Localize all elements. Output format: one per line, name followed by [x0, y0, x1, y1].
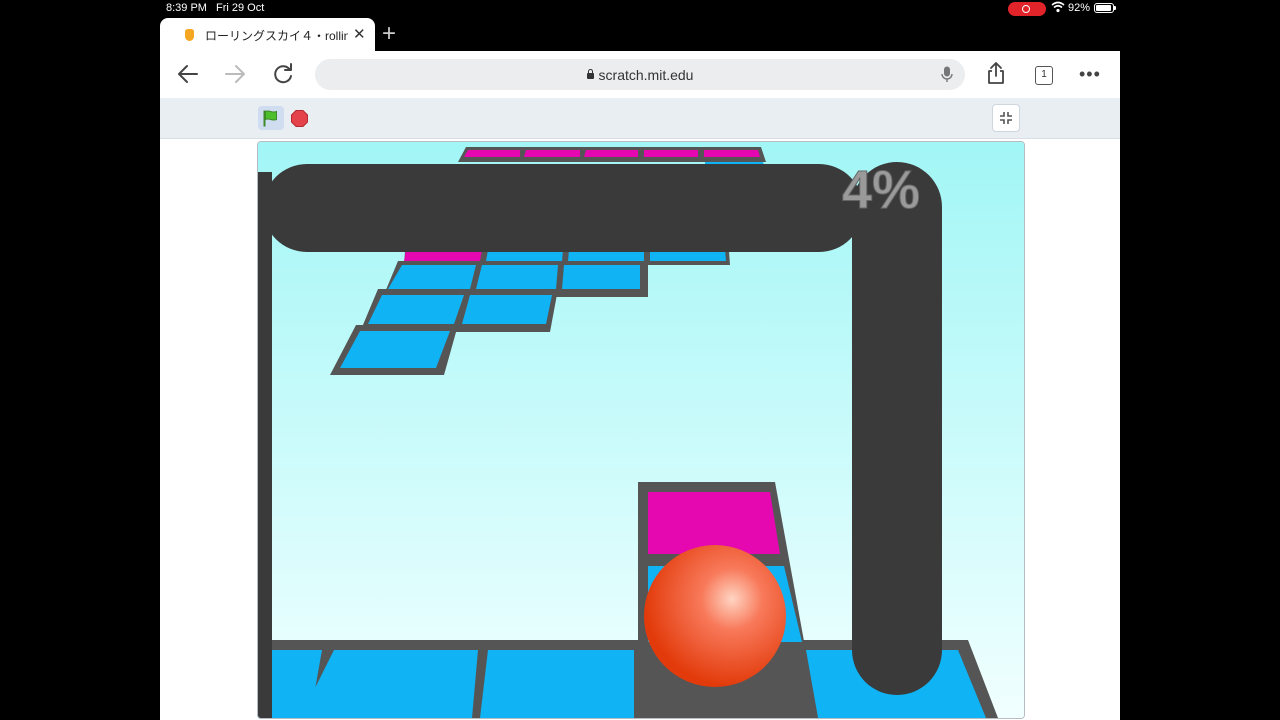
- game-stage[interactable]: 4%: [257, 141, 1025, 719]
- progress-percentage: 4%: [842, 160, 920, 220]
- lock-icon: [586, 69, 594, 79]
- battery-percentage: 92%: [1068, 2, 1091, 14]
- close-tab-icon[interactable]: ✕: [353, 25, 366, 43]
- exit-fullscreen-icon: [1000, 112, 1012, 124]
- battery-icon: [1094, 3, 1116, 13]
- browser-tab[interactable]: ローリングスカイ４・rolling ✕: [160, 18, 375, 51]
- microphone-icon[interactable]: [941, 66, 953, 88]
- share-icon[interactable]: [986, 61, 1006, 90]
- stop-sign-icon: [291, 110, 308, 127]
- tab-switcher-button[interactable]: 1: [1035, 66, 1053, 85]
- stop-button[interactable]: [291, 110, 308, 127]
- scratch-page: 4%: [160, 98, 1120, 720]
- status-time: 8:39 PM: [166, 2, 207, 14]
- url-text: scratch.mit.edu: [598, 67, 694, 83]
- stage-header: [160, 98, 1120, 139]
- reload-icon[interactable]: [270, 61, 296, 87]
- forward-arrow-icon[interactable]: [222, 61, 248, 87]
- scratch-favicon-icon: [185, 29, 194, 41]
- address-bar[interactable]: scratch.mit.edu: [315, 59, 965, 90]
- exit-fullscreen-button[interactable]: [992, 104, 1020, 132]
- tab-strip: ローリングスカイ４・rolling ✕ +: [160, 18, 1120, 51]
- tab-title: ローリングスカイ４・rolling: [205, 29, 348, 43]
- browser-toolbar: scratch.mit.edu 1 •••: [160, 51, 1120, 98]
- status-bar: 8:39 PM Fri 29 Oct 92%: [0, 0, 1280, 18]
- rolling-ball: [644, 545, 786, 687]
- green-flag-icon: [263, 110, 277, 127]
- screen-recording-icon[interactable]: [1008, 2, 1046, 16]
- more-options-icon[interactable]: •••: [1079, 64, 1101, 85]
- new-tab-icon[interactable]: +: [382, 20, 396, 48]
- status-date: Fri 29 Oct: [216, 2, 265, 14]
- green-flag-button[interactable]: [258, 106, 284, 130]
- wifi-icon: [1051, 1, 1065, 16]
- back-arrow-icon[interactable]: [175, 61, 201, 87]
- game-canvas[interactable]: 4%: [258, 142, 1024, 718]
